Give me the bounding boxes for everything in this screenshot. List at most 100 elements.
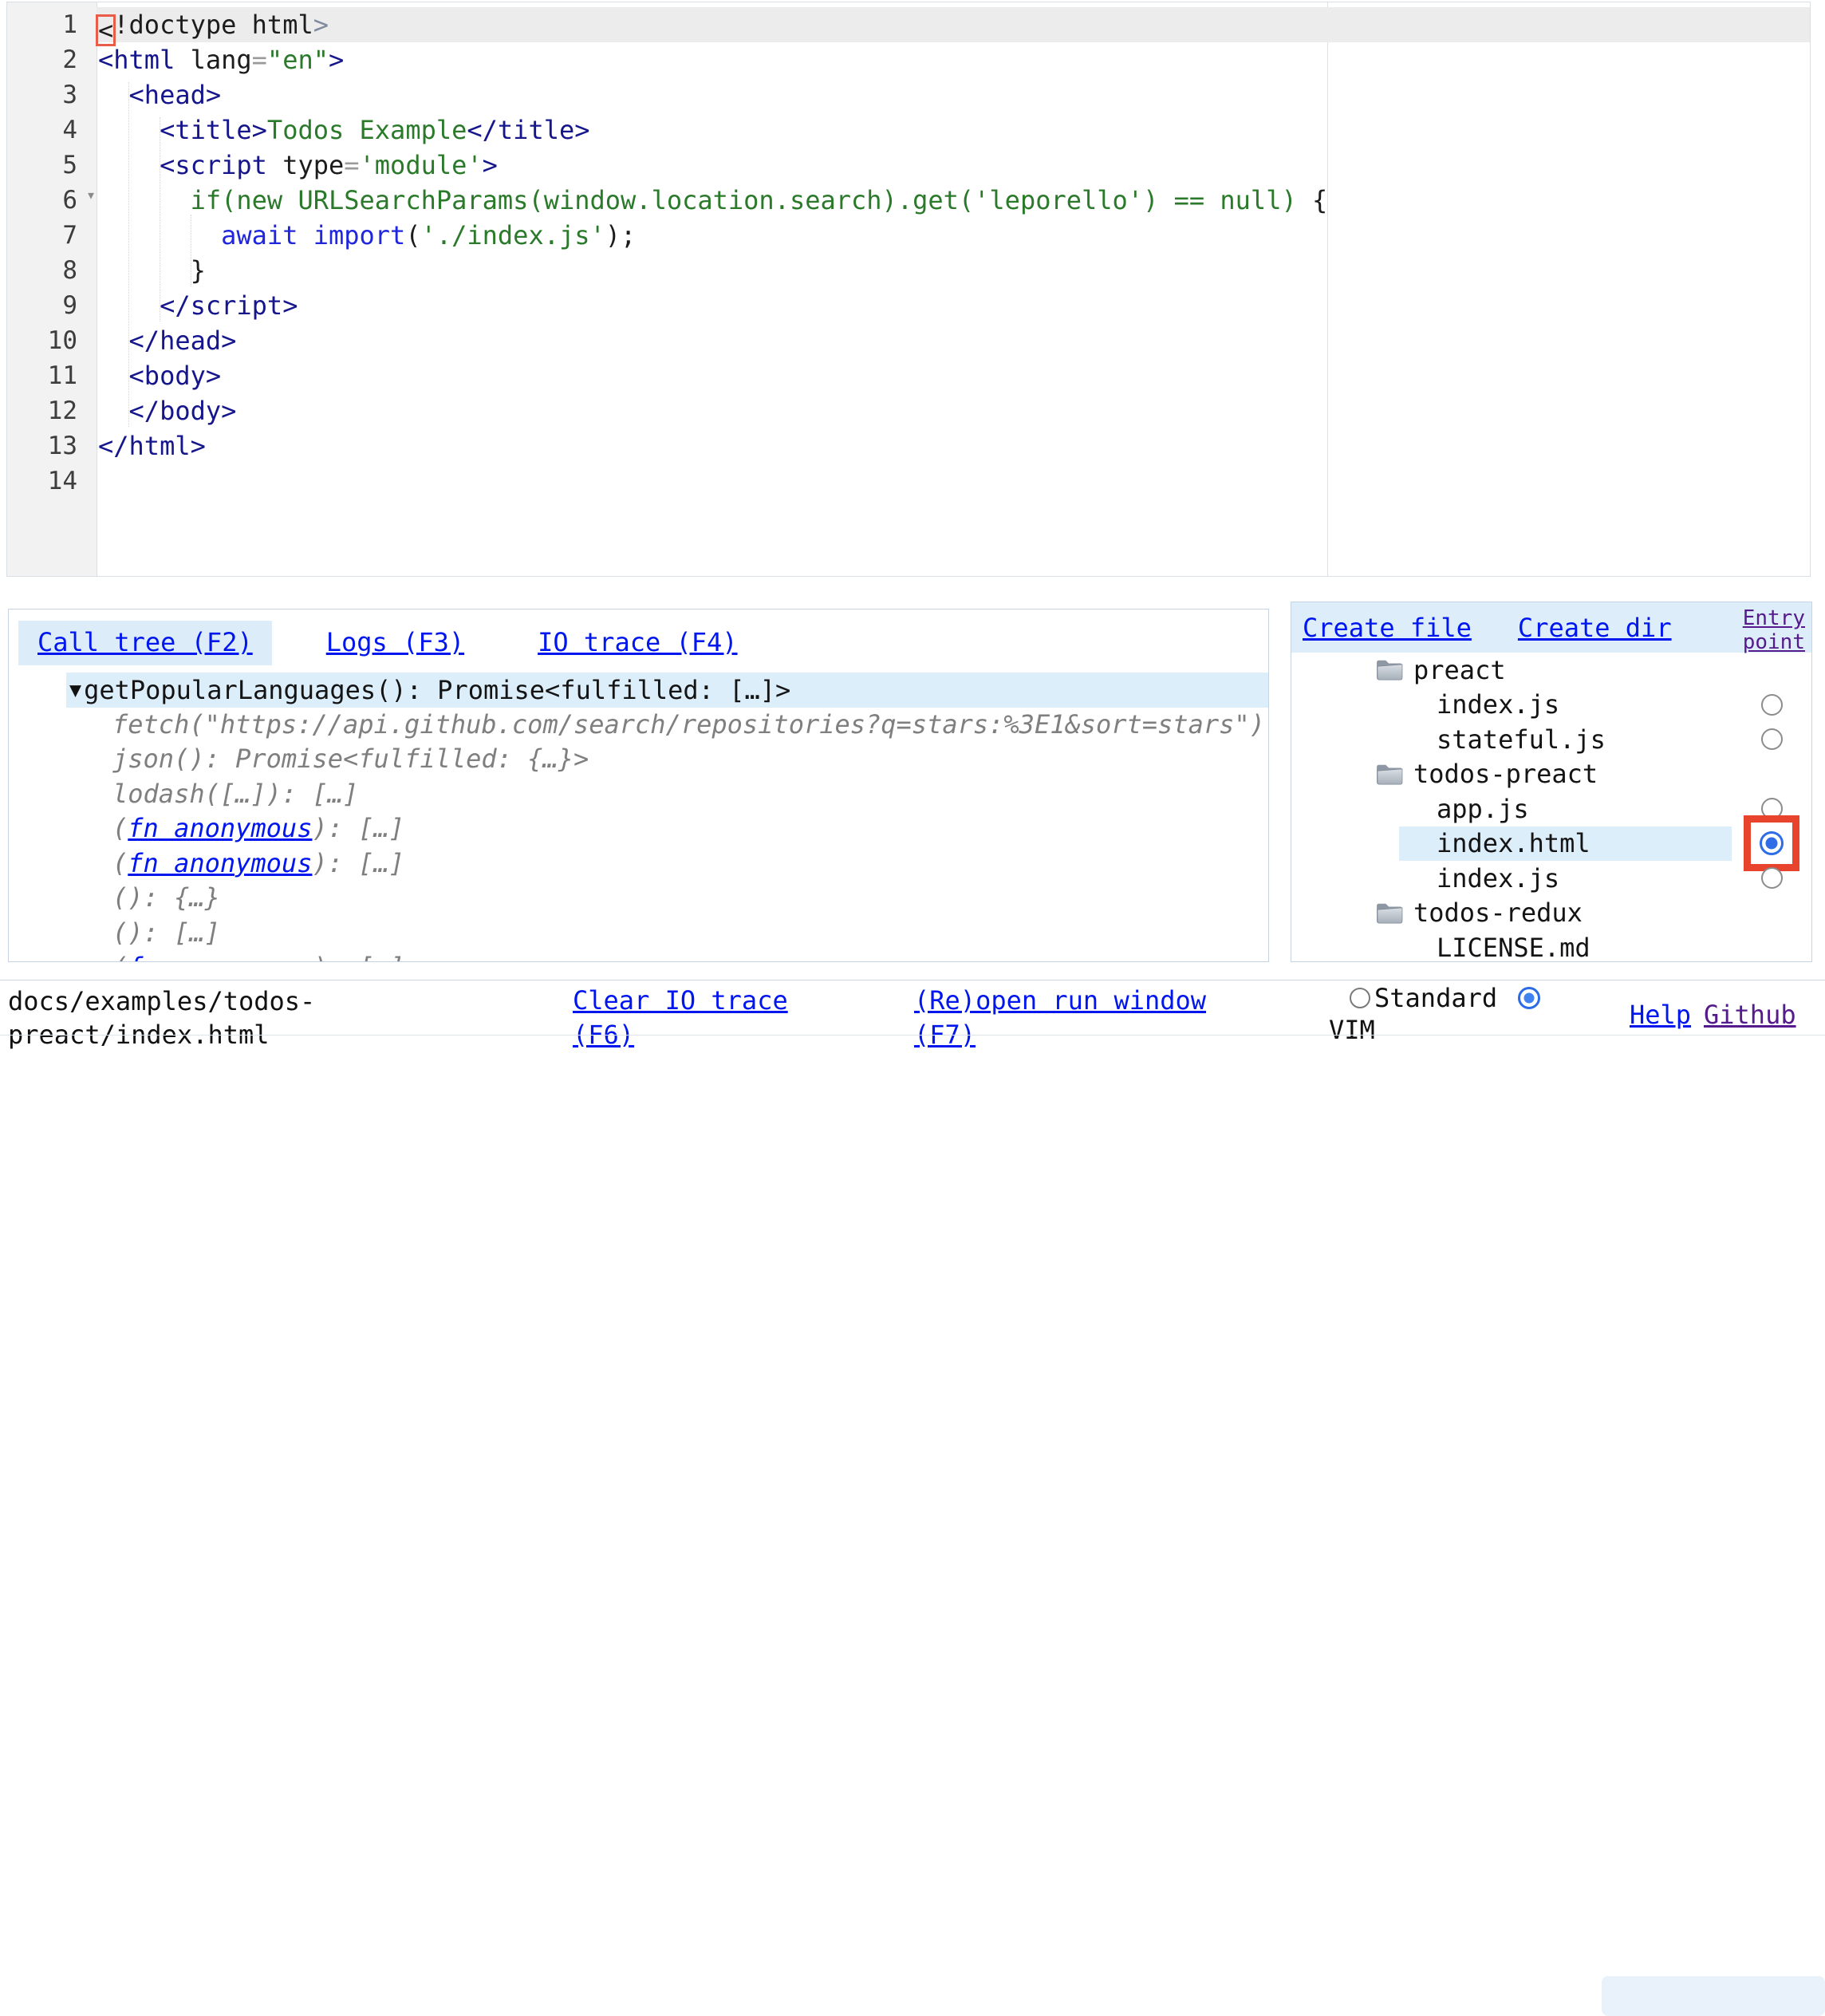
fn-anonymous-link[interactable]: fn anonymous: [128, 848, 312, 878]
tree-indent: [1291, 653, 1374, 688]
editor-line[interactable]: 4 <title>Todos Example</title>: [7, 112, 1810, 148]
tree-file-index.html[interactable]: index.html: [1291, 827, 1811, 862]
call-tree-node[interactable]: (): […]: [9, 916, 1268, 951]
tree-folder-todos-redux[interactable]: todos-redux: [1291, 896, 1811, 931]
editor-line[interactable]: 8 }: [7, 253, 1810, 288]
tree-item-label[interactable]: app.js: [1399, 791, 1732, 827]
line-number: 2: [7, 42, 97, 77]
call-tree-node[interactable]: (fn anonymous): […]: [9, 950, 1268, 962]
call-tree-node[interactable]: (fn anonymous): […]: [9, 811, 1268, 846]
tree-item-label[interactable]: preact: [1374, 653, 1732, 688]
fn-anonymous-link[interactable]: fn anonymous: [128, 952, 312, 962]
entry-point-column-header[interactable]: Entry point: [1711, 606, 1805, 654]
call-tree-node[interactable]: lodash([…]): […]: [9, 777, 1268, 812]
tree-item-name: index.js: [1437, 863, 1559, 894]
entry-point-cell: [1732, 861, 1811, 896]
tree-item-label[interactable]: stateful.js: [1399, 722, 1732, 757]
tree-file-stateful.js[interactable]: stateful.js: [1291, 722, 1811, 757]
code-token: [98, 80, 129, 110]
call-tree-node-label: getPopularLanguages(): Promise<fulfilled…: [84, 675, 790, 705]
tree-item-label[interactable]: index.js: [1399, 688, 1732, 723]
call-tree-node[interactable]: (fn anonymous): […]: [9, 846, 1268, 882]
code-editor[interactable]: 1<!doctype html>2<html lang="en">3 <head…: [6, 2, 1811, 577]
tab-call-tree-f2[interactable]: Call tree (F2): [18, 621, 272, 665]
tree-file-app.js[interactable]: app.js: [1291, 791, 1811, 827]
editor-line[interactable]: 5 <script type='module'>: [7, 148, 1810, 183]
tree-item-label[interactable]: index.html: [1399, 827, 1732, 862]
code-token: </html>: [98, 431, 206, 461]
call-tree-node-label: ): […]: [312, 952, 404, 962]
entry-point-cell: [1732, 827, 1811, 862]
call-tree-node-label: (: [112, 952, 128, 962]
file-tree: preactindex.jsstateful.jstodos-preactapp…: [1291, 653, 1811, 962]
code-token: >: [329, 45, 344, 75]
editor-line[interactable]: 13</html>: [7, 428, 1810, 464]
entry-point-radio-selected[interactable]: [1760, 831, 1784, 855]
github-link[interactable]: Github: [1704, 998, 1796, 1032]
help-link[interactable]: Help: [1630, 998, 1691, 1032]
tree-item-name: index.html: [1437, 828, 1590, 858]
code-token: {: [1312, 185, 1327, 215]
tree-file-index.js[interactable]: index.js: [1291, 688, 1811, 723]
tree-file-index.js[interactable]: index.js: [1291, 861, 1811, 896]
tree-item-label[interactable]: todos-redux: [1374, 896, 1732, 931]
reopen-run-window-button[interactable]: (Re)open run window (F7): [914, 984, 1227, 1052]
tree-item-label[interactable]: LICENSE.md: [1399, 930, 1732, 962]
editor-line[interactable]: 10 </head>: [7, 323, 1810, 358]
editor-line[interactable]: 14: [7, 464, 1810, 499]
entry-point-radio[interactable]: [1761, 867, 1783, 889]
code-line-text: if(new URLSearchParams(window.location.s…: [97, 183, 1810, 218]
standard-keymap-label[interactable]: Standard: [1374, 983, 1497, 1013]
create-file-button[interactable]: Create file: [1303, 613, 1472, 643]
editor-line[interactable]: 1<!doctype html>: [7, 7, 1810, 42]
tree-indent: [1291, 827, 1399, 862]
tab-io-trace-f4[interactable]: IO trace (F4): [518, 621, 756, 665]
keymap-toggle: Standard VIM: [1329, 982, 1568, 1046]
expanded-arrow-icon[interactable]: ▼: [69, 678, 81, 701]
editor-line[interactable]: 9 </script>: [7, 288, 1810, 323]
tree-item-label[interactable]: todos-preact: [1374, 757, 1732, 792]
tree-file-LICENSE.md[interactable]: LICENSE.md: [1291, 930, 1811, 962]
line-number: 5: [7, 148, 97, 183]
call-tree-node[interactable]: ▼getPopularLanguages(): Promise<fulfille…: [66, 673, 1268, 708]
line-number: 13: [7, 428, 97, 464]
fold-arrow-icon[interactable]: ▾: [86, 185, 96, 204]
code-token: </head>: [129, 325, 237, 356]
editor-line[interactable]: 11 <body>: [7, 358, 1810, 393]
code-token: [98, 396, 129, 426]
code-line-text: </head>: [97, 323, 1810, 358]
tree-folder-preact[interactable]: preact: [1291, 653, 1811, 688]
entry-point-cell: [1732, 722, 1811, 757]
code-token: './index.js': [421, 220, 605, 251]
entry-point-cell: [1732, 688, 1811, 723]
standard-keymap-radio[interactable]: [1350, 988, 1370, 1008]
line-number: 12: [7, 393, 97, 428]
create-dir-button[interactable]: Create dir: [1518, 613, 1672, 643]
vim-keymap-label[interactable]: VIM: [1329, 1014, 1568, 1046]
tree-folder-todos-preact[interactable]: todos-preact: [1291, 757, 1811, 792]
call-tree: ▼getPopularLanguages(): Promise<fulfille…: [9, 673, 1268, 962]
editor-line[interactable]: 12 </body>: [7, 393, 1810, 428]
editor-line[interactable]: 7 await import('./index.js');: [7, 218, 1810, 253]
status-bar: docs/examples/todos-preact/index.html Cl…: [0, 980, 1825, 1040]
call-tree-node-label: ): […]: [312, 813, 404, 843]
file-browser-panel: Create file Create dir Entry point preac…: [1291, 602, 1812, 962]
editor-lines[interactable]: 1<!doctype html>2<html lang="en">3 <head…: [7, 7, 1810, 499]
editor-line[interactable]: 2<html lang="en">: [7, 42, 1810, 77]
entry-point-radio[interactable]: [1761, 728, 1783, 750]
call-tree-node[interactable]: json(): Promise<fulfilled: {…}>: [9, 742, 1268, 777]
call-tree-node[interactable]: (): {…}: [9, 881, 1268, 916]
call-tree-node[interactable]: fetch("https://api.github.com/search/rep…: [9, 708, 1268, 743]
tab-logs-f3[interactable]: Logs (F3): [307, 621, 483, 665]
tree-item-label[interactable]: index.js: [1399, 861, 1732, 896]
code-token: [98, 185, 191, 215]
editor-line[interactable]: 3 <head>: [7, 77, 1810, 112]
clear-io-trace-button[interactable]: Clear IO trace (F6): [573, 984, 812, 1052]
vim-keymap-radio[interactable]: [1518, 987, 1540, 1009]
editor-line[interactable]: 6▾ if(new URLSearchParams(window.locatio…: [7, 183, 1810, 218]
code-token: <body>: [129, 361, 222, 391]
line-number: 8: [7, 253, 97, 288]
entry-point-radio[interactable]: [1761, 694, 1783, 716]
code-token: [98, 325, 129, 356]
fn-anonymous-link[interactable]: fn anonymous: [128, 813, 312, 843]
